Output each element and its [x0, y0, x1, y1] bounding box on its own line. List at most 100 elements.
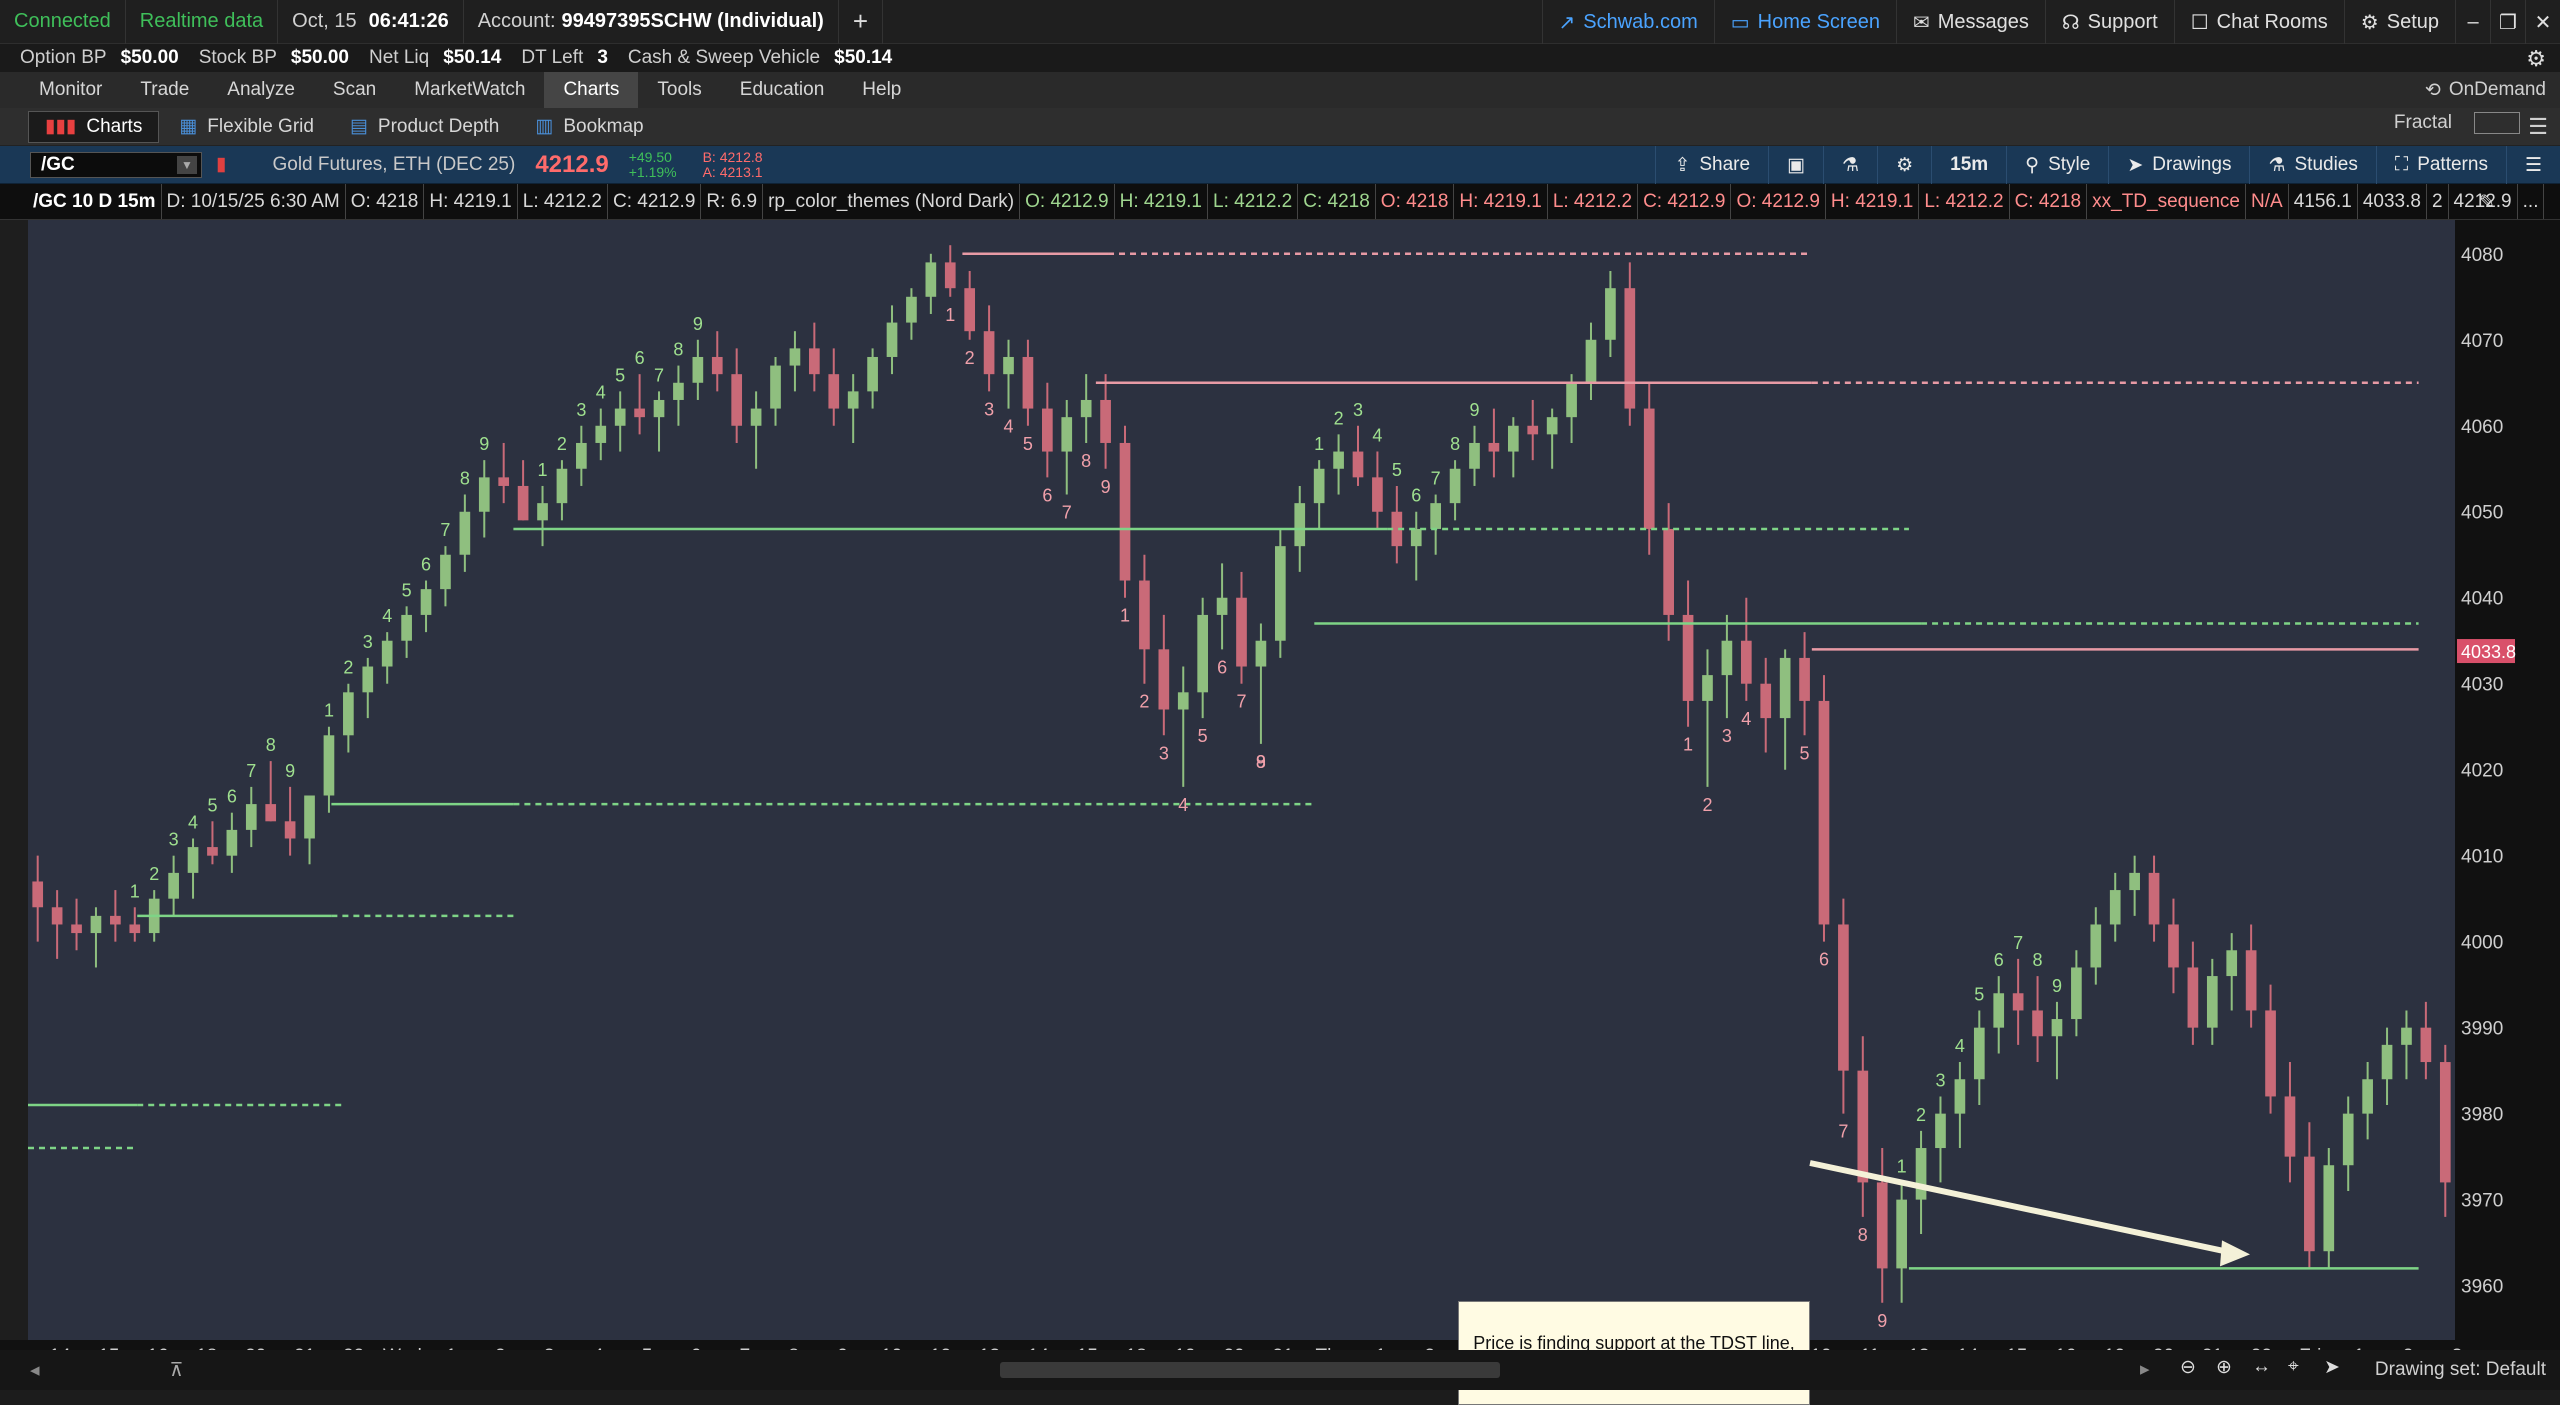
- menu-charts[interactable]: Charts: [544, 72, 639, 108]
- home-scroll-icon[interactable]: ⊼: [170, 1359, 184, 1382]
- top-status-bar: Connected Realtime data Oct, 15 06:41:26…: [0, 0, 2560, 44]
- minimize-button[interactable]: –: [2455, 0, 2490, 44]
- chart-settings-button[interactable]: ⚙: [1877, 146, 1931, 184]
- menu-analyze[interactable]: Analyze: [208, 72, 314, 108]
- menu-monitor[interactable]: Monitor: [20, 72, 121, 108]
- dt-left-label: DT Left: [521, 47, 584, 68]
- symbol-input[interactable]: /GC ▼: [30, 151, 202, 178]
- share-button[interactable]: ⇪ Share: [1655, 146, 1768, 184]
- cursor-icon[interactable]: ➤: [2324, 1356, 2340, 1379]
- flask-icon: ⚗: [1842, 154, 1860, 176]
- gear-icon: ⚙: [2360, 11, 2379, 34]
- share-icon: ⇪: [1674, 154, 1691, 176]
- close-button[interactable]: ✕: [2525, 0, 2560, 44]
- candle-body: [1643, 408, 1655, 529]
- td-count-label: 1: [1120, 606, 1130, 626]
- study-value: 2: [2427, 184, 2449, 219]
- studies-button[interactable]: ⚗ Studies: [2249, 146, 2375, 184]
- chat-rooms-button[interactable]: ☐ Chat Rooms: [2173, 0, 2344, 44]
- patterns-button[interactable]: ⛶ Patterns: [2375, 146, 2506, 184]
- candle-body: [284, 821, 296, 839]
- home-screen-link[interactable]: ▭ Home Screen: [1713, 0, 1896, 44]
- study-value: O: 4212.9: [1020, 184, 1115, 219]
- chevron-down-icon[interactable]: ▼: [177, 155, 197, 174]
- lock-icon[interactable]: ▮: [216, 153, 226, 176]
- menu-icon[interactable]: ☰: [2528, 114, 2548, 140]
- td-count-label: 1: [945, 305, 955, 325]
- candle-body: [51, 907, 63, 925]
- subtab-product-depth-label: Product Depth: [377, 115, 500, 137]
- candle-body: [362, 666, 374, 693]
- depth-icon: ▤: [349, 116, 368, 137]
- plot-background[interactable]: [28, 220, 2455, 1340]
- price-chart[interactable]: 4080 4070 4060 4050 4040 4030 4020 4010 4000 3990…: [0, 220, 2560, 1370]
- candle-body: [1721, 640, 1733, 676]
- crosshair-icon[interactable]: ⌖: [2288, 1356, 2299, 1378]
- schwab-link-label: Schwab.com: [1583, 10, 1698, 33]
- candle-body: [2129, 872, 2140, 891]
- fractal-toggle[interactable]: [2474, 112, 2520, 134]
- candle-body: [1177, 692, 1189, 710]
- candle-body: [1430, 503, 1441, 529]
- td-count-label: 3: [1935, 1070, 1945, 1090]
- td-count-label: 8: [460, 469, 470, 489]
- studies-label: Studies: [2294, 154, 2358, 175]
- draw-tool-icon[interactable]: ✎: [2474, 184, 2500, 219]
- study-value: C: 4218: [2010, 184, 2088, 219]
- account-selector[interactable]: Account: 99497395SCHW (Individual): [464, 0, 839, 44]
- candle-body: [187, 847, 199, 873]
- scroll-left-icon[interactable]: ◂: [30, 1359, 40, 1382]
- schwab-link[interactable]: ↗ Schwab.com: [1541, 0, 1714, 44]
- candle-body: [2245, 950, 2257, 1011]
- timeframe-button[interactable]: 15m: [1931, 146, 2006, 184]
- td-count-label: 8: [1858, 1225, 1868, 1245]
- study-value: O: 4218: [346, 184, 425, 219]
- menu-help[interactable]: Help: [843, 72, 920, 108]
- menu-scan[interactable]: Scan: [314, 72, 395, 108]
- y-tick-label: 3980: [2461, 1105, 2503, 1126]
- td-count-label: 4: [1741, 709, 1751, 729]
- support-button[interactable]: ☊ Support: [2044, 0, 2174, 44]
- gear-icon[interactable]: ⚙: [2526, 46, 2546, 72]
- subtab-flexible-grid[interactable]: ▦ Flexible Grid: [163, 112, 330, 142]
- candle-body: [2051, 1019, 2063, 1037]
- zoom-in-icon[interactable]: ⊕: [2216, 1356, 2232, 1379]
- subtab-product-depth[interactable]: ▤ Product Depth: [334, 112, 515, 142]
- study-value: L: 4212.2: [1548, 184, 1639, 219]
- menu-marketwatch[interactable]: MarketWatch: [395, 72, 544, 108]
- add-icon[interactable]: +: [839, 0, 884, 44]
- patterns-icon: ⛶: [2394, 154, 2409, 175]
- menu-education[interactable]: Education: [721, 72, 844, 108]
- pan-icon[interactable]: ↔: [2252, 1356, 2271, 1378]
- setup-button[interactable]: ⚙ Setup: [2343, 0, 2455, 44]
- drawings-button[interactable]: ➤ Drawings: [2108, 146, 2249, 184]
- scrollbar-thumb[interactable]: [1000, 1362, 1500, 1378]
- subtab-charts[interactable]: ▮▮▮ Charts: [28, 110, 160, 143]
- home-screen-label: Home Screen: [1757, 10, 1880, 33]
- candle-body: [886, 322, 898, 357]
- snapshot-button[interactable]: ▣: [1768, 146, 1823, 184]
- symbol-value: /GC: [41, 153, 75, 175]
- subtab-bookmap[interactable]: ▥ Bookmap: [519, 112, 659, 142]
- menu-trade[interactable]: Trade: [121, 72, 208, 108]
- scroll-right-icon[interactable]: ▸: [2140, 1358, 2150, 1381]
- messages-button[interactable]: ✉ Messages: [1895, 0, 2045, 44]
- cash-sweep-label: Cash & Sweep Vehicle: [627, 47, 821, 68]
- flask-button[interactable]: ⚗: [1823, 146, 1877, 184]
- candle-body: [1760, 683, 1772, 719]
- td-count-label: 5: [615, 365, 625, 385]
- menu-tools[interactable]: Tools: [638, 72, 720, 108]
- style-button[interactable]: ⚲ Style: [2006, 146, 2108, 184]
- ondemand-button[interactable]: ⟲ OnDemand: [2425, 72, 2546, 108]
- list-menu-button[interactable]: ☰: [2505, 146, 2560, 184]
- maximize-button[interactable]: ❐: [2490, 0, 2525, 44]
- td-count-label: 5: [1800, 743, 1810, 763]
- zoom-out-icon[interactable]: ⊖: [2180, 1356, 2196, 1379]
- study-value: ...: [2518, 184, 2545, 219]
- study-value: /GC 10 D 15m: [28, 184, 162, 219]
- td-count-label: 9: [285, 761, 295, 781]
- candle-body: [944, 262, 956, 289]
- chart-area[interactable]: 4080 4070 4060 4050 4040 4030 4020 4010 4000 3990…: [0, 220, 2560, 1405]
- study-value: C: 4218: [1298, 184, 1376, 219]
- candle-body: [1469, 442, 1480, 469]
